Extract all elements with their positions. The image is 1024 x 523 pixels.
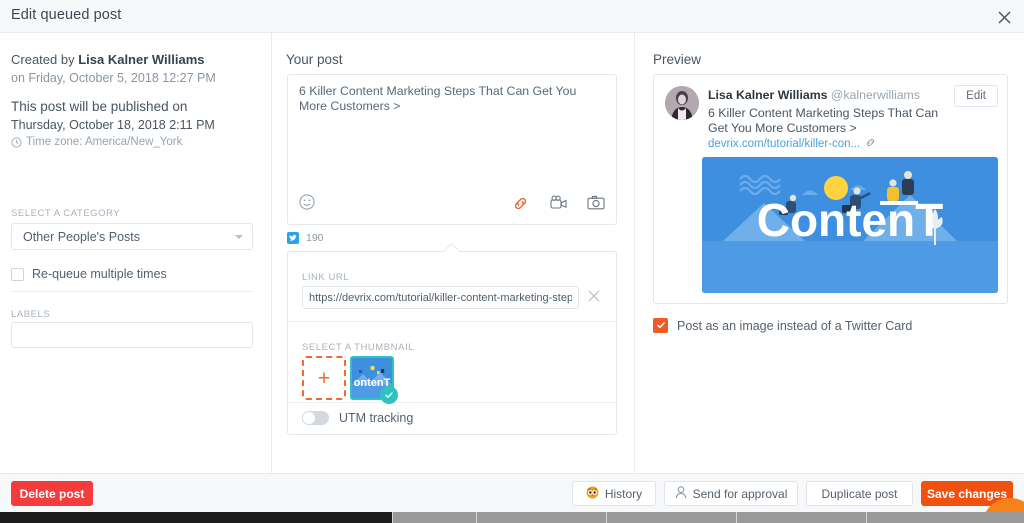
modal-footer: Delete post History <box>0 473 1024 512</box>
plus-icon: + <box>318 368 330 389</box>
utm-label: UTM tracking <box>339 411 413 425</box>
post-composer-panel: Your post 6 Killer Content Marketing Ste… <box>272 33 634 473</box>
emoji-icon[interactable] <box>299 194 315 215</box>
check-icon <box>656 317 666 335</box>
composer-toolbar <box>288 192 616 218</box>
history-label: History <box>605 487 642 501</box>
thumbnail-section: SELECT A THUMBNAIL + ontenT <box>288 322 616 403</box>
approval-label: Send for approval <box>693 487 788 501</box>
background-page-strip <box>0 512 1024 523</box>
background-separator <box>866 512 867 523</box>
post-meta-panel: Created by Lisa Kalner Williams on Frida… <box>0 33 271 473</box>
send-for-approval-button[interactable]: Send for approval <box>664 481 798 506</box>
duplicate-post-button[interactable]: Duplicate post <box>806 481 913 506</box>
clock-icon <box>11 137 22 148</box>
edit-button[interactable]: Edit <box>954 85 998 107</box>
history-button[interactable]: History <box>572 481 656 506</box>
category-label: SELECT A CATEGORY <box>11 208 120 219</box>
tweet-author-name: Lisa Kalner Williams <box>708 88 828 102</box>
tweet-link-row[interactable]: devrix.com/tutorial/killer-con... <box>708 137 876 151</box>
link-url-section: LINK URL <box>288 252 616 322</box>
labels-label: LABELS <box>11 309 50 320</box>
requeue-checkbox[interactable] <box>11 268 24 281</box>
video-camera-icon[interactable] <box>550 195 568 216</box>
page-title: Edit queued post <box>11 7 121 23</box>
created-by-prefix: Created by <box>11 52 78 67</box>
modal-titlebar: Edit queued post <box>0 0 1024 33</box>
tweet-preview-image: ContenT <box>702 157 998 293</box>
delete-post-button[interactable]: Delete post <box>11 481 93 506</box>
background-dark-block <box>0 512 392 523</box>
post-as-image-checkbox[interactable] <box>653 318 668 333</box>
character-count-row: 190 <box>287 232 324 244</box>
edit-queued-post-modal: Edit queued post Created by Lisa Kalner … <box>0 0 1024 523</box>
category-select[interactable]: Other People's Posts <box>11 223 253 250</box>
background-separator <box>606 512 607 523</box>
twitter-icon <box>287 232 299 244</box>
link-url-label: LINK URL <box>302 272 349 283</box>
person-icon <box>675 486 687 502</box>
post-as-image-label: Post as an image instead of a Twitter Ca… <box>677 319 912 333</box>
close-icon[interactable] <box>993 6 1015 28</box>
close-icon[interactable] <box>587 289 603 305</box>
created-by-name: Lisa Kalner Williams <box>78 52 204 67</box>
publish-label: This post will be published on <box>11 99 187 114</box>
avatar <box>665 86 699 120</box>
owl-icon <box>586 486 599 502</box>
preview-panel: Preview Lisa Kalner Williams @kalnerwill… <box>635 33 1024 473</box>
category-value: Other People's Posts <box>23 230 140 244</box>
background-separator <box>736 512 737 523</box>
utm-toggle[interactable] <box>302 411 329 425</box>
labels-input[interactable] <box>11 322 253 348</box>
preview-image-caption: ContenT <box>757 194 944 246</box>
chevron-down-icon <box>235 235 243 239</box>
created-by-line: Created by Lisa Kalner Williams <box>11 52 205 67</box>
requeue-checkbox-row[interactable]: Re-queue multiple times <box>11 267 167 281</box>
tweet-author: Lisa Kalner Williams @kalnerwilliams <box>708 88 920 102</box>
publish-date: Thursday, October 18, 2018 2:11 PM <box>11 118 215 132</box>
thumbnail-label: SELECT A THUMBNAIL <box>302 342 414 353</box>
your-post-heading: Your post <box>286 52 343 67</box>
timezone-row: Time zone: America/New_York <box>11 136 182 148</box>
tweet-link-text[interactable]: devrix.com/tutorial/killer-con... <box>708 138 860 150</box>
background-separator <box>476 512 477 523</box>
link-icon[interactable] <box>512 195 529 217</box>
requeue-label: Re-queue multiple times <box>32 267 167 281</box>
card-pointer <box>442 243 461 252</box>
character-count: 190 <box>306 232 324 244</box>
preview-heading: Preview <box>653 52 701 67</box>
left-divider <box>11 291 253 292</box>
utm-tracking-row[interactable]: UTM tracking <box>302 411 413 425</box>
created-on-date: on Friday, October 5, 2018 12:27 PM <box>11 71 216 85</box>
link-settings-card: LINK URL SELECT A THUMBNAIL + <box>287 251 617 435</box>
post-textarea-container[interactable]: 6 Killer Content Marketing Steps That Ca… <box>287 74 617 225</box>
link-url-input[interactable] <box>302 286 579 309</box>
utm-section: UTM tracking <box>288 403 616 435</box>
post-as-image-row[interactable]: Post as an image instead of a Twitter Ca… <box>653 318 912 333</box>
background-separator <box>392 512 393 523</box>
tweet-author-handle: @kalnerwilliams <box>831 88 920 102</box>
timezone-text: Time zone: America/New_York <box>26 136 182 148</box>
link-icon <box>865 137 876 151</box>
photo-camera-icon[interactable] <box>587 195 605 216</box>
post-text[interactable]: 6 Killer Content Marketing Steps That Ca… <box>299 84 605 113</box>
tweet-preview-card: Lisa Kalner Williams @kalnerwilliams 6 K… <box>653 74 1008 304</box>
add-thumbnail-button[interactable]: + <box>302 356 346 400</box>
tweet-text: 6 Killer Content Marketing Steps That Ca… <box>708 106 956 135</box>
check-icon <box>380 386 398 404</box>
